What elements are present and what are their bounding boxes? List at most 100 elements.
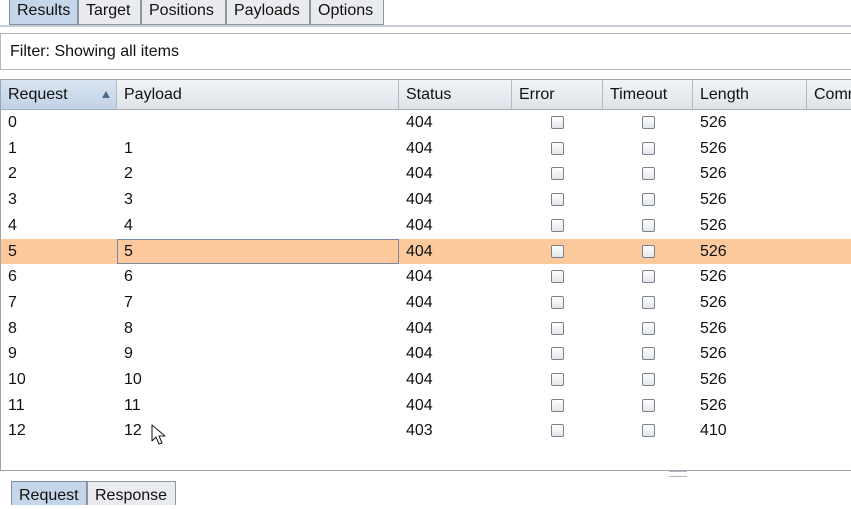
timeout-checkbox [642, 347, 655, 361]
cell-request: 6 [8, 268, 17, 286]
tab-payloads[interactable]: Payloads [226, 0, 310, 25]
cell-payload: 3 [124, 191, 133, 209]
filter-label: Filter: Showing all items [10, 43, 179, 60]
timeout-checkbox [642, 244, 655, 258]
intruder-tab-bar: Results Target Positions Payloads Option… [0, 0, 851, 30]
results-table: Request Payload Status Error Timeout Len… [0, 79, 851, 471]
cell-request: 11 [8, 396, 25, 414]
cell-request: 9 [8, 345, 17, 363]
column-header-timeout[interactable]: Timeout [603, 80, 693, 109]
table-row[interactable]: 12 12 403 410 [1, 418, 851, 444]
error-checkbox [551, 141, 564, 155]
tab-positions[interactable]: Positions [141, 0, 226, 25]
results-filter-bar[interactable]: Filter: Showing all items [0, 33, 851, 70]
timeout-checkbox [642, 116, 655, 129]
cell-payload: 5 [117, 238, 399, 264]
tab-target[interactable]: Target [78, 0, 141, 25]
tab-options[interactable]: Options [310, 0, 384, 25]
table-header: Request Payload Status Error Timeout Len… [1, 80, 851, 110]
cell-payload: 11 [124, 396, 141, 414]
cell-request: 2 [8, 165, 17, 183]
column-header-payload[interactable]: Payload [117, 80, 399, 109]
error-checkbox [551, 218, 564, 232]
cell-status: 404 [406, 165, 433, 183]
column-header-error[interactable]: Error [512, 80, 603, 109]
cell-status: 404 [406, 293, 433, 311]
tab-bar-divider [0, 25, 851, 27]
tab-request[interactable]: Request [11, 481, 87, 505]
cell-status: 404 [406, 319, 433, 337]
error-checkbox [551, 347, 564, 361]
table-row[interactable]: 11 11 404 526 [1, 393, 851, 419]
error-checkbox [551, 270, 564, 284]
timeout-checkbox [642, 218, 655, 232]
timeout-checkbox [642, 321, 655, 335]
table-row[interactable]: 0 404 526 [1, 110, 851, 136]
error-checkbox [551, 193, 564, 207]
cell-length: 526 [700, 139, 727, 157]
sort-ascending-icon [102, 91, 110, 98]
table-row[interactable]: 8 8 404 526 [1, 316, 851, 342]
cell-length: 526 [700, 319, 727, 337]
timeout-checkbox [642, 373, 655, 386]
column-header-length[interactable]: Length [693, 80, 807, 109]
cell-request: 8 [8, 319, 17, 337]
error-checkbox [551, 398, 564, 412]
cell-payload: 8 [124, 319, 133, 337]
cell-status: 404 [406, 371, 433, 388]
tab-results[interactable]: Results [9, 0, 78, 25]
table-row[interactable]: 2 2 404 526 [1, 161, 851, 187]
cell-status: 404 [406, 268, 433, 286]
cell-request: 4 [8, 216, 17, 234]
table-row[interactable]: 5 5 404 526 [1, 238, 851, 265]
table-row[interactable]: 3 3 404 526 [1, 187, 851, 213]
table-row[interactable]: 1 1 404 526 [1, 136, 851, 162]
cell-payload: 10 [124, 371, 142, 388]
error-checkbox [551, 167, 564, 181]
table-row[interactable]: 6 6 404 526 [1, 264, 851, 290]
cell-length: 410 [700, 422, 727, 440]
cell-request: 7 [8, 293, 17, 311]
timeout-checkbox [642, 295, 655, 309]
error-checkbox [551, 321, 564, 335]
cell-length: 526 [700, 191, 727, 209]
table-row[interactable]: 4 4 404 526 [1, 213, 851, 239]
cell-request: 12 [8, 422, 26, 440]
error-checkbox [551, 116, 564, 129]
table-row[interactable]: 10 10 404 526 [1, 367, 851, 393]
cell-status: 404 [406, 345, 433, 363]
timeout-checkbox [642, 424, 655, 438]
cell-payload: 9 [124, 345, 133, 363]
column-header-request[interactable]: Request [1, 80, 117, 109]
splitter-handle[interactable] [669, 471, 687, 477]
column-header-comment[interactable]: Comm [807, 80, 851, 109]
timeout-checkbox [642, 398, 655, 412]
cell-status: 404 [406, 191, 433, 209]
timeout-checkbox [642, 270, 655, 284]
cell-payload: 2 [124, 165, 133, 183]
tab-response[interactable]: Response [87, 481, 176, 505]
cell-payload: 4 [124, 216, 133, 234]
cell-length: 526 [700, 371, 727, 388]
table-row[interactable]: 9 9 404 526 [1, 341, 851, 367]
cell-request: 0 [8, 114, 17, 131]
cell-payload: 7 [124, 293, 133, 311]
message-tab-bar: Request Response [0, 480, 851, 505]
timeout-checkbox [642, 167, 655, 181]
cell-length: 526 [700, 242, 727, 260]
cell-status: 404 [406, 242, 433, 260]
cell-request: 1 [8, 139, 17, 157]
cell-length: 526 [700, 345, 727, 363]
cell-length: 526 [700, 396, 727, 414]
cell-payload: 1 [124, 139, 133, 157]
error-checkbox [551, 424, 564, 438]
cell-status: 404 [406, 139, 433, 157]
cell-payload: 6 [124, 268, 133, 286]
timeout-checkbox [642, 193, 655, 207]
cell-length: 526 [700, 165, 727, 183]
column-header-status[interactable]: Status [399, 80, 512, 109]
cell-length: 526 [700, 268, 727, 286]
cell-length: 526 [700, 216, 727, 234]
error-checkbox [551, 244, 564, 258]
table-row[interactable]: 7 7 404 526 [1, 290, 851, 316]
